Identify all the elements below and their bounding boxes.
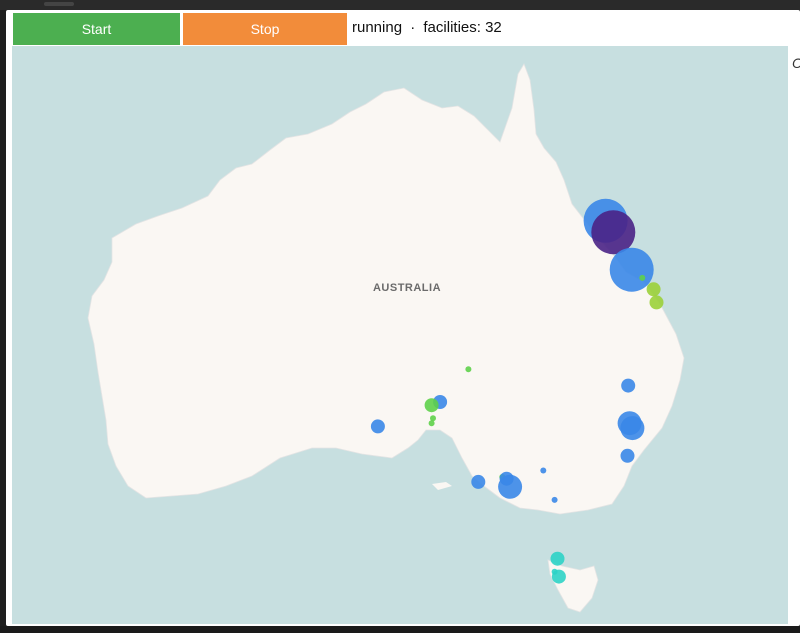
facility-marker[interactable]	[370, 419, 385, 434]
facility-marker[interactable]	[649, 295, 664, 310]
facility-marker[interactable]	[424, 398, 439, 413]
edge-text: C	[792, 55, 800, 71]
facility-marker[interactable]	[540, 467, 547, 474]
facility-marker[interactable]	[609, 247, 654, 292]
window-tab-marker	[44, 2, 74, 6]
start-button[interactable]: Start	[13, 13, 180, 45]
facility-marker[interactable]	[620, 448, 635, 463]
facility-marker[interactable]	[621, 378, 636, 393]
facility-marker[interactable]	[551, 496, 558, 503]
facility-marker[interactable]	[646, 282, 661, 297]
facility-marker[interactable]	[498, 474, 523, 499]
facility-marker[interactable]	[465, 366, 472, 373]
facility-marker[interactable]	[591, 210, 636, 255]
map-view[interactable]: AUSTRALIA	[12, 46, 788, 624]
status-separator: ·	[410, 19, 416, 36]
facility-marker[interactable]	[550, 551, 565, 566]
facility-marker[interactable]	[639, 274, 646, 281]
facility-marker[interactable]	[428, 420, 435, 427]
facility-marker[interactable]	[620, 416, 645, 441]
stop-button[interactable]: Stop	[183, 13, 347, 45]
facility-marker[interactable]	[471, 474, 486, 489]
status-text: running · facilities: 32	[352, 19, 502, 36]
status-count-label: facilities:	[423, 19, 481, 36]
window-bottom-bar	[0, 626, 800, 633]
map-canvas[interactable]: AUSTRALIA	[12, 46, 788, 624]
status-count: 32	[485, 19, 502, 36]
window-top-bar	[0, 0, 800, 10]
country-label: AUSTRALIA	[373, 282, 441, 294]
status-state: running	[352, 19, 403, 36]
app-panel: Start Stop running · facilities: 32 AUST…	[6, 10, 800, 626]
facility-marker[interactable]	[551, 569, 566, 584]
